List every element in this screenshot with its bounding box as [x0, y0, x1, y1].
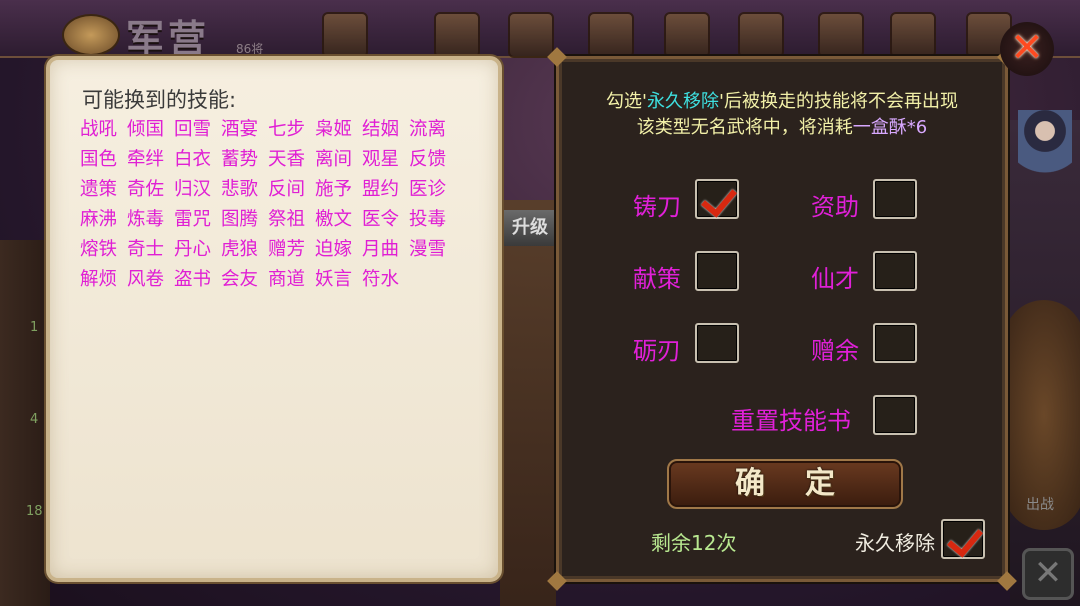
skill-item: 符水	[362, 269, 400, 290]
skill-item: 奇士	[127, 239, 165, 260]
option-label: 赠余	[811, 337, 859, 365]
nav-icon[interactable]	[818, 12, 864, 58]
left-side-strip	[0, 240, 50, 606]
skill-item: 酒宴	[221, 119, 259, 140]
side-number: 1	[30, 320, 39, 335]
middle-strip	[500, 200, 556, 606]
skill-item: 医诊	[409, 179, 447, 200]
option-label: 重置技能书	[731, 407, 851, 435]
skill-item: 麻沸	[80, 209, 118, 230]
permanent-remove-checkbox[interactable]	[941, 519, 985, 559]
skill-swap-dialog: 勾选'永久移除'后被换走的技能将不会再出现 该类型无名武将中，将消耗一盒酥*6 …	[547, 47, 1017, 591]
skill-item: 回雪	[174, 119, 212, 140]
skill-item: 反馈	[409, 149, 447, 170]
skill-item: 风卷	[127, 269, 165, 290]
skill-item: 盟约	[362, 179, 400, 200]
info-text-segment: '后被换走的技能将不会再出现	[719, 91, 958, 112]
nav-icon[interactable]	[322, 12, 368, 58]
option-label: 砺刃	[633, 337, 681, 365]
skill-item: 七步	[268, 119, 306, 140]
option-label: 仙才	[811, 265, 859, 293]
option-checkbox[interactable]	[695, 179, 739, 219]
skill-item: 妖言	[315, 269, 353, 290]
skill-item: 天香	[268, 149, 306, 170]
skill-item: 熔铁	[80, 239, 118, 260]
skill-item: 战吼	[80, 119, 118, 140]
camp-badge-icon	[62, 14, 120, 56]
option-checkbox[interactable]	[695, 323, 739, 363]
skill-item: 盗书	[174, 269, 212, 290]
skill-item: 图腾	[221, 209, 259, 230]
skill-item: 枭姬	[315, 119, 353, 140]
info-line-2: 该类型无名武将中，将消耗一盒酥*6	[559, 115, 1005, 141]
info-highlight: 永久移除	[647, 91, 719, 112]
top-bar: 军营 86将	[0, 0, 1080, 61]
skill-item: 白衣	[174, 149, 212, 170]
skill-item: 檄文	[315, 209, 353, 230]
upgrade-tag[interactable]: 升级	[504, 210, 556, 246]
skill-item: 遗策	[80, 179, 118, 200]
skill-item: 虎狼	[221, 239, 259, 260]
option-label: 铸刀	[633, 193, 681, 221]
skills-list: 战吼 倾国 回雪 酒宴 七步 枭姬 结姻 流离国色 牵绊 白衣 蓄势 天香 离间 观星 反馈遗策 奇佐 归汉 悲歌…	[80, 118, 480, 292]
skill-item: 反间	[268, 179, 306, 200]
skill-item: 归汉	[174, 179, 212, 200]
option-checkbox[interactable]	[873, 323, 917, 363]
skill-item: 离间	[315, 149, 353, 170]
option-checkbox[interactable]	[873, 179, 917, 219]
skill-item: 丹心	[174, 239, 212, 260]
skill-item: 倾国	[127, 119, 165, 140]
option-checkbox[interactable]	[695, 251, 739, 291]
skill-item: 赠芳	[268, 239, 306, 260]
skill-item: 蓄势	[221, 149, 259, 170]
info-text-segment: 该类型无名武将中，将消耗	[636, 117, 853, 138]
confirm-button[interactable]: 确定	[667, 459, 903, 509]
possible-skills-panel: 可能换到的技能: 战吼 倾国 回雪 酒宴 七步 枭姬 结姻 流离 国色 牵绊 白衣 蓄势 天香 离间 观星反…	[46, 56, 502, 582]
option-checkbox[interactable]	[873, 395, 917, 435]
nav-icon[interactable]	[664, 12, 710, 58]
skill-item: 牵绊	[127, 149, 165, 170]
camp-count: 86将	[236, 42, 264, 56]
info-text-segment: 勾选'	[606, 91, 647, 112]
nav-icon[interactable]	[434, 12, 480, 58]
skill-item: 悲歌	[221, 179, 259, 200]
skill-item: 雷咒	[174, 209, 212, 230]
skill-item: 会友	[221, 269, 259, 290]
skill-item: 迫嫁	[315, 239, 353, 260]
remaining-count: 剩余12次	[651, 531, 737, 555]
close-icon[interactable]: ✕	[1000, 22, 1054, 76]
side-number: 18	[26, 504, 43, 519]
info-text: 勾选'永久移除'后被换走的技能将不会再出现 该类型无名武将中，将消耗一盒酥*6	[559, 89, 1005, 141]
cost-highlight: 一盒酥*6	[852, 117, 928, 138]
option-label: 资助	[811, 193, 859, 221]
option-label: 献策	[633, 265, 681, 293]
skill-item: 解烦	[80, 269, 118, 290]
skill-item: 国色	[80, 149, 118, 170]
side-number: 4	[30, 412, 39, 427]
nav-icon[interactable]	[738, 12, 784, 58]
skill-item: 施予	[315, 179, 353, 200]
nav-icon[interactable]	[588, 12, 634, 58]
skill-item: 奇佐	[127, 179, 165, 200]
skill-item: 月曲	[362, 239, 400, 260]
skill-item: 流离	[409, 119, 447, 140]
option-checkbox[interactable]	[873, 251, 917, 291]
skill-item: 医令	[362, 209, 400, 230]
info-line-1: 勾选'永久移除'后被换走的技能将不会再出现	[559, 89, 1005, 115]
nav-icon[interactable]	[508, 12, 554, 58]
close-icon[interactable]: ✕	[1022, 548, 1074, 600]
skill-item: 结姻	[362, 119, 400, 140]
skill-item: 商道	[268, 269, 306, 290]
nav-icon[interactable]	[890, 12, 936, 58]
skill-item: 漫雪	[409, 239, 447, 260]
panel-title: 可能换到的技能:	[82, 88, 237, 112]
skill-item: 炼毒	[127, 209, 165, 230]
skill-item: 投毒	[409, 209, 447, 230]
camp-title: 军营	[126, 16, 211, 61]
permanent-remove-label: 永久移除	[855, 531, 935, 555]
skill-item: 观星	[362, 149, 400, 170]
hero-portrait-icon	[1018, 110, 1072, 194]
skill-item: 祭祖	[268, 209, 306, 230]
battle-label[interactable]: 出战	[1026, 494, 1054, 514]
